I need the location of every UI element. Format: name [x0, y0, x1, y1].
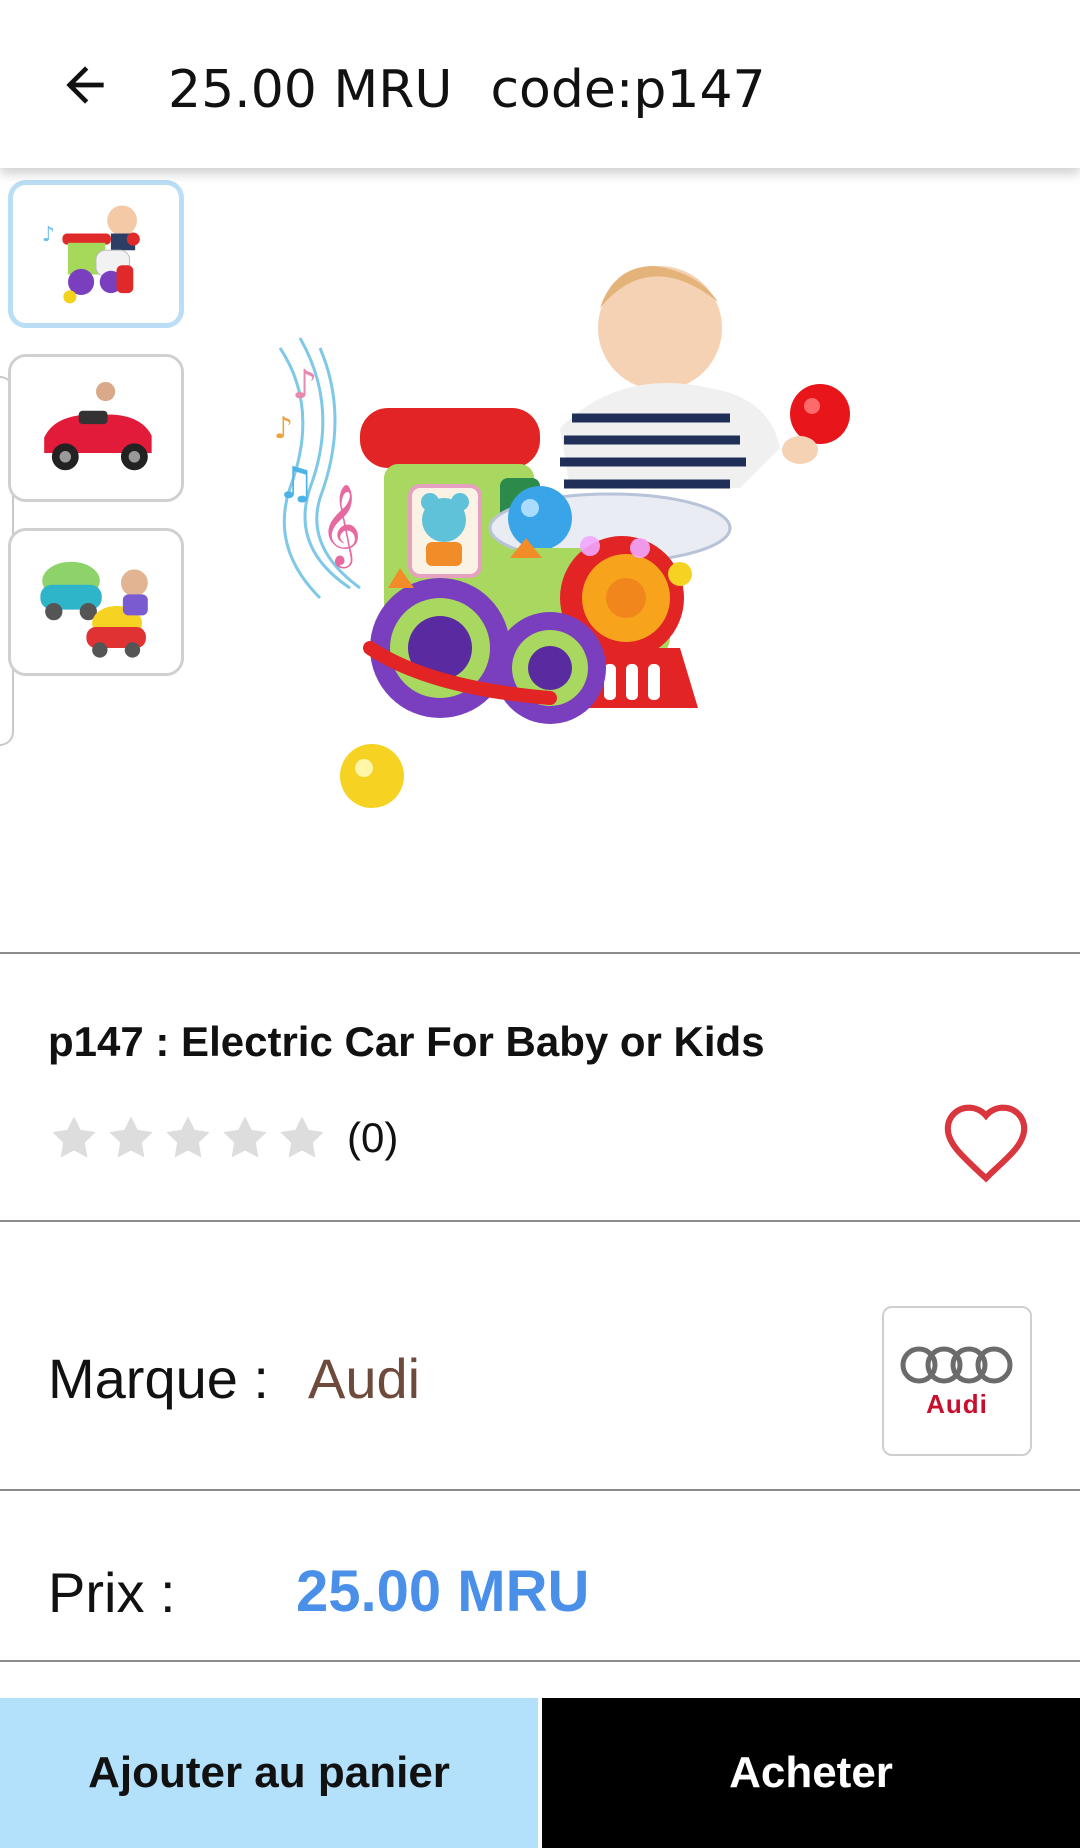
- star-rating[interactable]: (0): [48, 1112, 398, 1164]
- bottom-action-bar: Ajouter au panier Acheter: [0, 1698, 1080, 1848]
- toy-train-thumb-image: ♪: [13, 185, 179, 323]
- star-empty-icon[interactable]: [219, 1112, 271, 1164]
- brand-logo-text: Audi: [926, 1388, 988, 1419]
- audi-rings-icon: [900, 1346, 1013, 1383]
- star-empty-icon[interactable]: [276, 1112, 328, 1164]
- star-empty-icon[interactable]: [162, 1112, 214, 1164]
- divider: [0, 952, 1080, 954]
- divider: [0, 1220, 1080, 1222]
- header-price: 25.00 MRU: [168, 60, 453, 120]
- price-value: 25.00 MRU: [296, 1559, 590, 1624]
- divider: [0, 1489, 1080, 1491]
- add-to-cart-button[interactable]: Ajouter au panier: [0, 1698, 538, 1848]
- svg-text:♫: ♫: [276, 458, 315, 509]
- brand-value[interactable]: Audi: [308, 1346, 420, 1411]
- buy-button[interactable]: Acheter: [542, 1698, 1080, 1848]
- rating-count: (0): [347, 1114, 399, 1161]
- thumbnail-red-car[interactable]: [8, 354, 184, 502]
- svg-text:♪: ♪: [42, 222, 55, 246]
- back-button[interactable]: [50, 50, 120, 120]
- divider: [0, 1660, 1080, 1662]
- favorite-button[interactable]: [938, 1100, 1034, 1184]
- main-product-image[interactable]: ♪ ♫ 𝄞 ♪: [260, 228, 920, 868]
- svg-text:𝄞: 𝄞: [320, 483, 361, 568]
- svg-text:♪: ♪: [274, 411, 293, 446]
- thumbnail-toy-train[interactable]: ♪: [8, 180, 184, 328]
- heart-outline-icon: [944, 1104, 1028, 1183]
- price-label: Prix :: [48, 1561, 176, 1624]
- star-empty-icon[interactable]: [48, 1112, 100, 1164]
- thumbnail-toy-cars[interactable]: [8, 528, 184, 676]
- thumbnail-rail[interactable]: ♪: [0, 168, 190, 954]
- toy-cars-thumb-image: [11, 531, 181, 673]
- page-title: 25.00 MRU code:p147: [168, 60, 766, 120]
- star-empty-icon[interactable]: [105, 1112, 157, 1164]
- app-bar: 25.00 MRU code:p147: [0, 0, 1080, 168]
- brand-logo[interactable]: Audi: [882, 1306, 1032, 1456]
- red-car-thumb-image: [11, 357, 181, 499]
- product-gallery: ♪ ♪ ♫ 𝄞 ♪: [0, 168, 1080, 954]
- svg-text:♪: ♪: [292, 362, 318, 408]
- brand-label: Marque :: [48, 1347, 269, 1410]
- arrow-left-icon: [66, 66, 104, 104]
- header-code: code:p147: [490, 60, 766, 120]
- product-title: p147 : Electric Car For Baby or Kids: [48, 1018, 765, 1065]
